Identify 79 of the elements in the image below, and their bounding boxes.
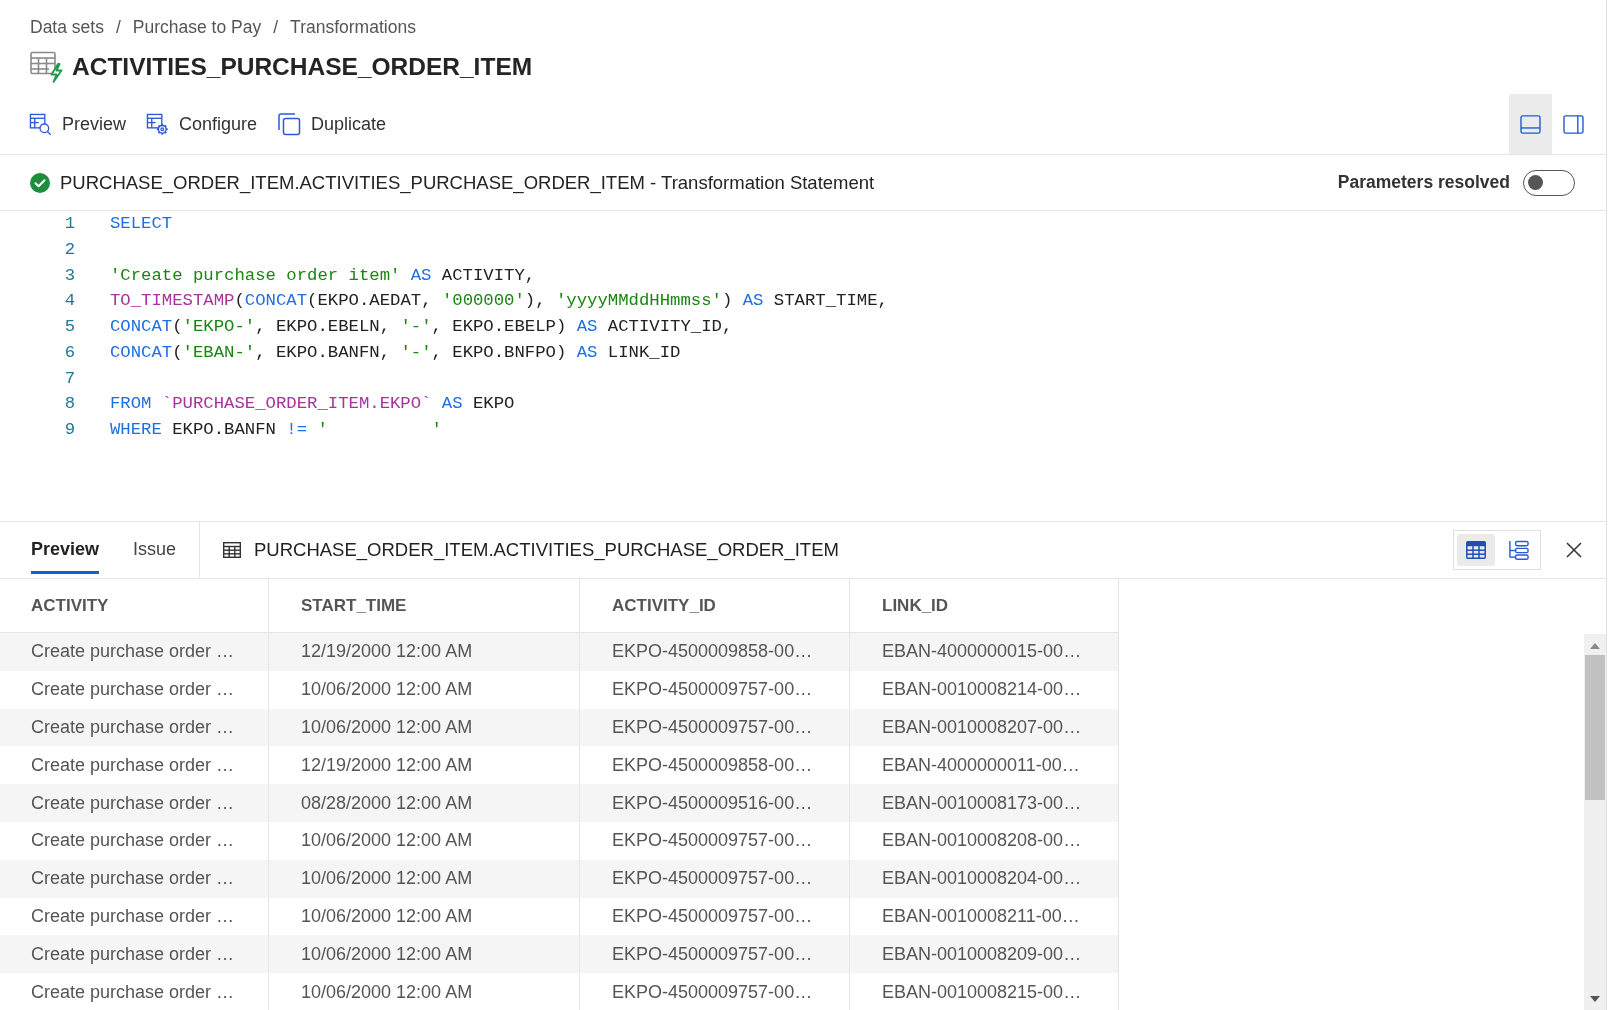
table-cell: EBAN-0010008173-00…: [850, 784, 1119, 822]
scroll-thumb[interactable]: [1585, 655, 1605, 800]
line-number: 1: [63, 213, 75, 235]
table-cell: EKPO-4500009757-00…: [580, 859, 850, 898]
table-cell: Create purchase order …: [0, 670, 269, 709]
table-cell: Create purchase order …: [0, 859, 269, 898]
line-number: 4: [63, 290, 75, 313]
table-cell: EKPO-4500009757-00…: [580, 822, 850, 860]
table-name: PURCHASE_ORDER_ITEM.ACTIVITIES_PURCHASE_ORDER_ITEM: [254, 539, 839, 561]
table-cell: EBAN-0010008214-00…: [850, 670, 1119, 709]
code-line: CONCAT('EBAN-', EKPO.BANFN, '-', EKPO.BNFPO) AS LINK_ID: [110, 341, 681, 364]
table-search-icon: [29, 112, 52, 136]
line-number: 6: [63, 341, 75, 364]
table-cell: EKPO-4500009757-00…: [580, 708, 850, 747]
side-panel-icon: [1563, 114, 1584, 134]
preview-button[interactable]: Preview: [29, 112, 127, 136]
statement-title: PURCHASE_ORDER_ITEM.ACTIVITIES_PURCHASE_ORDER_ITEM - Transformation Statement: [60, 171, 875, 194]
table-cell: 10/06/2000 12:00 AM: [269, 670, 580, 709]
code-line: TO_TIMESTAMP(CONCAT(EKPO.AEDAT, '000000'), 'yyyyMMddHHmmss') AS START_TIME,: [110, 290, 888, 313]
table-icon: [223, 542, 241, 558]
table-cell: EBAN-0010008208-00…: [850, 822, 1119, 860]
toggle-label: Parameters resolved: [1337, 172, 1510, 193]
table-cell: 08/28/2000 12:00 AM: [269, 784, 580, 822]
line-number: 8: [63, 393, 75, 416]
breadcrumb-separator: /: [273, 16, 279, 38]
table-cell: Create purchase order …: [0, 784, 269, 822]
breadcrumb-link[interactable]: Purchase to Pay: [132, 16, 262, 38]
grid-view-button[interactable]: [1457, 534, 1495, 566]
close-icon: [1566, 542, 1582, 558]
table-cell: Create purchase order …: [0, 822, 269, 860]
table-cell: EKPO-4500009757-00…: [580, 670, 850, 709]
bottom-panel-button[interactable]: [1509, 94, 1552, 154]
page-title: ACTIVITIES_PURCHASE_ORDER_ITEM: [72, 53, 533, 81]
copy-icon: [277, 112, 302, 136]
table-cell: 10/06/2000 12:00 AM: [269, 859, 580, 898]
table-cell: Create purchase order …: [0, 708, 269, 747]
code-line: FROM `PURCHASE_ORDER_ITEM.EKPO` AS EKPO: [110, 393, 515, 416]
table-cell: 10/06/2000 12:00 AM: [269, 935, 580, 974]
code-line: CONCAT('EKPO-', EKPO.EBELN, '-', EKPO.EBELP) AS ACTIVITY_ID,: [110, 316, 733, 338]
duplicate-button[interactable]: Duplicate: [277, 112, 387, 136]
grid-icon: [1466, 541, 1486, 559]
code-line: WHERE EKPO.BANFN != ' ': [110, 419, 442, 441]
table-cell: EKPO-4500009516-00…: [580, 784, 850, 822]
table-cell: 12/19/2000 12:00 AM: [269, 633, 580, 671]
toggle-switch[interactable]: [1523, 169, 1575, 196]
breadcrumb-separator: /: [115, 16, 121, 38]
code-line: SELECT: [110, 213, 173, 235]
scroll-down-icon[interactable]: [1590, 996, 1600, 1002]
scroll-up-icon[interactable]: [1590, 643, 1600, 649]
tree-icon: [1507, 539, 1529, 561]
table-cell: EBAN-0010008209-00…: [850, 935, 1119, 974]
breadcrumb-link[interactable]: Transformations: [290, 16, 416, 38]
bottom-panel-icon: [1520, 114, 1541, 134]
table-cell: EBAN-0010008207-00…: [850, 708, 1119, 747]
scrollbar[interactable]: [1584, 634, 1606, 1010]
code-line: 'Create purchase order item' AS ACTIVITY,: [110, 264, 536, 287]
table-cell: 10/06/2000 12:00 AM: [269, 708, 580, 747]
line-number: 5: [63, 316, 75, 338]
panel-tab[interactable]: Issue: [133, 522, 177, 574]
breadcrumb-link[interactable]: Data sets: [30, 16, 104, 38]
table-cell: Create purchase order …: [0, 973, 269, 1010]
configure-button[interactable]: Configure: [146, 112, 258, 136]
table-cell: 10/06/2000 12:00 AM: [269, 822, 580, 860]
table-cell: Create purchase order …: [0, 935, 269, 974]
table-cell: EBAN-4000000015-00…: [850, 633, 1119, 671]
line-number: 3: [63, 264, 75, 287]
table-gear-icon: [146, 112, 170, 136]
table-cell: EBAN-0010008215-00…: [850, 973, 1119, 1010]
line-number: 2: [63, 238, 75, 261]
table-cell: EKPO-4500009757-00…: [580, 973, 850, 1010]
line-number: 7: [63, 367, 75, 390]
line-number: 9: [63, 419, 75, 441]
table-cell: 10/06/2000 12:00 AM: [269, 973, 580, 1010]
table-cell: EKPO-4500009858-00…: [580, 633, 850, 671]
panel-tab[interactable]: Preview: [31, 522, 100, 574]
table-cell: EKPO-4500009757-00…: [580, 935, 850, 974]
table-cell: Create purchase order …: [0, 633, 269, 671]
table-bolt-icon: [30, 51, 64, 83]
table-cell: EBAN-0010008204-00…: [850, 859, 1119, 898]
